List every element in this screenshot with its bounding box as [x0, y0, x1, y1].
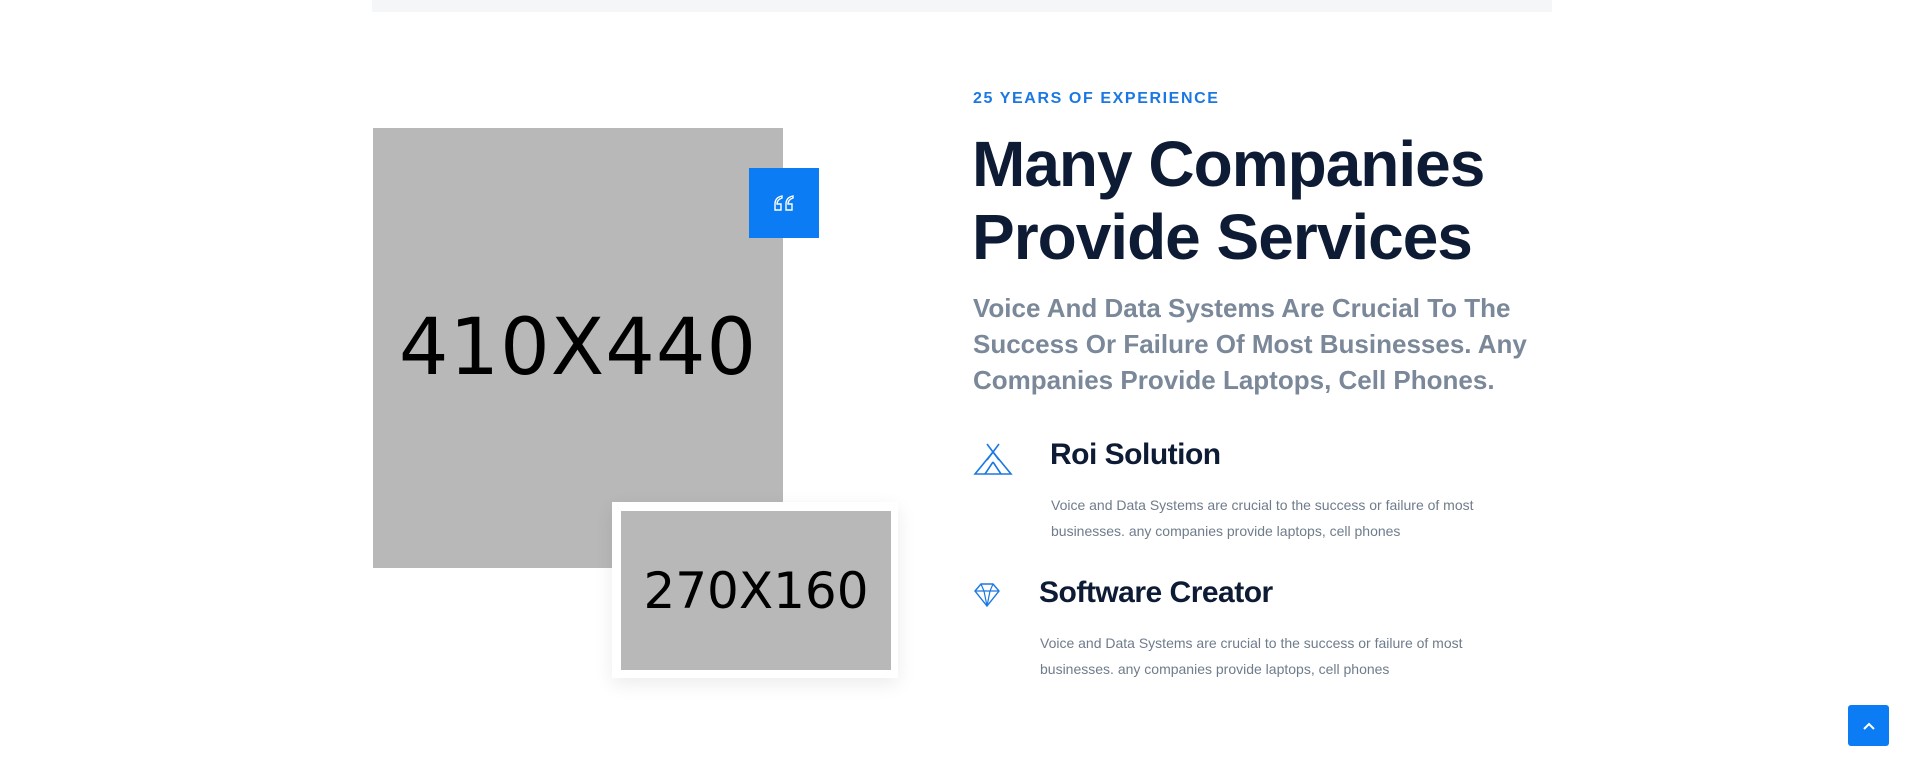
feature-title-roi-solution: Roi Solution — [1050, 438, 1221, 471]
heading-line-2: Provide Services — [972, 201, 1473, 273]
quote-badge — [749, 168, 819, 238]
tent-icon — [973, 443, 1013, 475]
feature-title-software-creator: Software Creator — [1039, 576, 1273, 609]
main-image-label: 410X440 — [398, 303, 758, 393]
section-heading: Many Companies Provide Services — [972, 128, 1532, 274]
secondary-image-label: 270X160 — [643, 561, 869, 620]
quote-icon — [774, 195, 794, 211]
scroll-to-top-button[interactable] — [1848, 705, 1889, 746]
diamond-icon — [974, 583, 1000, 608]
section-tagline: 25 YEARS OF EXPERIENCE — [973, 90, 1220, 107]
top-divider-strip — [372, 0, 1552, 12]
chevron-up-icon — [1862, 722, 1875, 730]
secondary-image-placeholder: 270X160 — [621, 511, 891, 670]
heading-line-1: Many Companies — [972, 128, 1485, 200]
feature-text-software-creator: Voice and Data Systems are crucial to th… — [1040, 635, 1463, 677]
feature-text-roi-solution: Voice and Data Systems are crucial to th… — [1051, 497, 1474, 539]
section-lead-text: Voice And Data Systems Are Crucial To Th… — [973, 293, 1527, 395]
